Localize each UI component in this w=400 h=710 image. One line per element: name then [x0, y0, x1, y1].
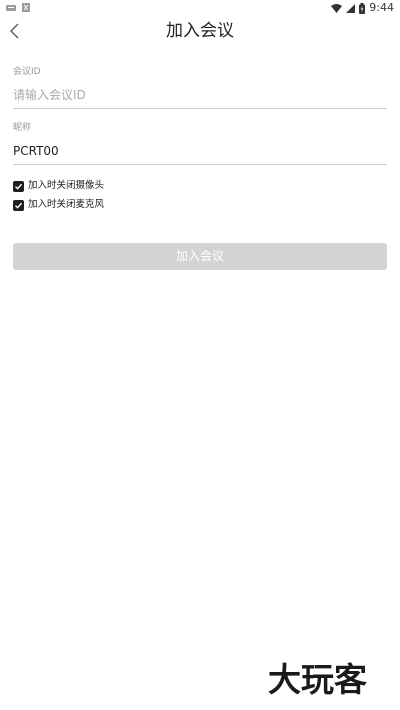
download-icon: [22, 3, 30, 12]
status-bar: 9:44: [0, 0, 400, 16]
disable-camera-checkbox[interactable]: [13, 180, 24, 192]
disable-camera-option[interactable]: 加入时关闭摄像头: [13, 180, 104, 192]
nickname-field-group: 昵称: [13, 122, 387, 165]
meeting-id-input[interactable]: [13, 87, 387, 109]
disable-camera-label: 加入时关闭摄像头: [28, 180, 105, 191]
status-time: 9:44: [369, 1, 394, 14]
watermark-logo: 大玩客: [268, 660, 367, 699]
app-header: 加入会议: [0, 16, 400, 46]
nickname-label: 昵称: [13, 123, 32, 133]
notification-icon: [6, 4, 16, 12]
wifi-icon: [331, 3, 343, 13]
join-meeting-button[interactable]: 加入会议: [13, 243, 387, 270]
disable-microphone-option[interactable]: 加入时关闭麦克风: [13, 199, 104, 211]
disable-microphone-checkbox[interactable]: [13, 199, 24, 211]
meeting-id-field-group: 会议ID: [13, 66, 387, 109]
status-bar-left: [6, 3, 30, 12]
nickname-input[interactable]: [13, 143, 387, 165]
disable-microphone-label: 加入时关闭麦克风: [28, 199, 105, 210]
meeting-id-label: 会议ID: [13, 67, 41, 77]
check-icon: [15, 183, 23, 190]
page-title: 加入会议: [166, 21, 234, 41]
signal-icon: [346, 3, 356, 13]
check-icon: [15, 202, 23, 209]
status-bar-right: 9:44: [331, 1, 394, 15]
battery-icon: [359, 2, 366, 14]
